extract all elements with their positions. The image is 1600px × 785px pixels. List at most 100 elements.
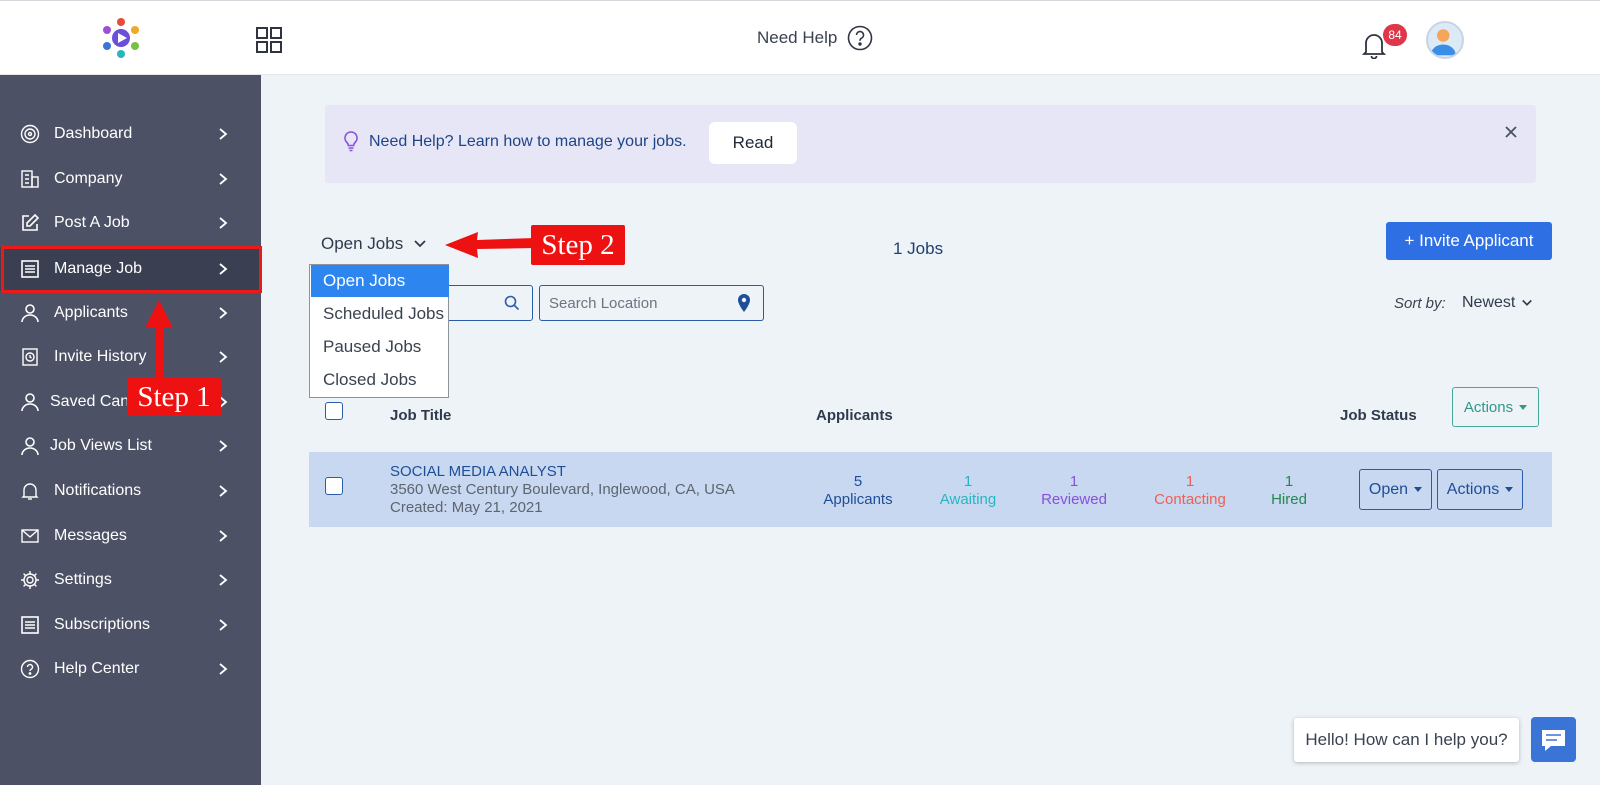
search-icon[interactable] [504, 295, 520, 311]
chat-greeting-bubble[interactable]: Hello! How can I help you? [1294, 718, 1519, 762]
history-icon [22, 348, 38, 366]
jobs-filter-dropdown: Open Jobs Scheduled Jobs Paused Jobs Clo… [309, 264, 449, 398]
mail-icon [21, 529, 39, 543]
need-help-link[interactable]: Need Help [757, 25, 873, 51]
stat-label: Hired [1271, 491, 1307, 508]
search-location-input[interactable] [539, 285, 764, 321]
sidebar-item-company[interactable]: Company [0, 157, 261, 201]
stat-reviewed[interactable]: 1 Reviewed [1033, 473, 1115, 509]
invite-applicant-button[interactable]: + Invite Applicant [1386, 222, 1552, 260]
chevron-right-icon [219, 128, 228, 140]
caret-down-icon [1519, 404, 1528, 410]
sidebar-item-applicants[interactable]: Applicants [0, 291, 261, 335]
gear-icon [21, 571, 39, 589]
jobs-count: 1 Jobs [893, 239, 944, 258]
column-header-applicants: Applicants [816, 407, 893, 424]
user-icon [21, 304, 39, 323]
sidebar-item-label: Applicants [54, 304, 128, 321]
caret-down-icon [1505, 487, 1514, 492]
stat-label: Reviewed [1041, 491, 1107, 508]
row-checkbox[interactable] [325, 477, 343, 495]
notification-badge: 84 [1383, 24, 1407, 46]
stat-count: 5 [853, 473, 863, 490]
job-title-link[interactable]: SOCIAL MEDIA ANALYST [390, 463, 566, 480]
sidebar-item-label: Invite History [54, 348, 147, 365]
dropdown-option-paused-jobs[interactable]: Paused Jobs [311, 331, 449, 363]
sidebar-item-label: Company [54, 170, 123, 187]
logo-icon[interactable] [100, 17, 142, 59]
list-icon [21, 616, 39, 634]
stat-count: 1 [1069, 473, 1079, 490]
help-icon [20, 659, 40, 679]
sidebar-item-notifications[interactable]: Notifications [0, 469, 261, 513]
stat-label: Contacting [1154, 491, 1226, 508]
jobs-filter-select[interactable]: Open Jobs [321, 234, 427, 254]
stat-label: Awaiting [939, 491, 997, 508]
sidebar-item-label: Help Center [54, 660, 140, 677]
dropdown-option-closed-jobs[interactable]: Closed Jobs [311, 364, 449, 396]
chevron-right-icon [219, 530, 228, 542]
sidebar-item-job-views-list[interactable]: Job Views List [0, 424, 261, 468]
building-icon [21, 170, 39, 188]
need-help-label: Need Help [757, 28, 838, 47]
select-all-checkbox[interactable] [325, 402, 343, 420]
job-address: 3560 West Century Boulevard, Inglewood, … [390, 481, 735, 498]
step2-arrow [445, 232, 535, 258]
sidebar-item-dashboard[interactable]: Dashboard [0, 112, 261, 156]
step2-label: Step 2 [531, 225, 625, 265]
chevron-down-icon [1522, 299, 1533, 306]
chevron-right-icon [219, 485, 228, 497]
apps-grid-icon[interactable] [256, 27, 282, 53]
chevron-right-icon [219, 173, 228, 185]
chat-button[interactable] [1531, 717, 1576, 762]
column-header-job-status: Job Status [1340, 407, 1417, 424]
sidebar-item-messages[interactable]: Messages [0, 514, 261, 558]
bell-icon [21, 483, 39, 500]
job-created-date: Created: May 21, 2021 [390, 499, 543, 516]
stat-hired[interactable]: 1 Hired [1260, 473, 1318, 509]
location-pin-icon [738, 294, 750, 312]
user-avatar-icon[interactable] [1426, 21, 1464, 59]
stat-count: 1 [1284, 473, 1294, 490]
sidebar-item-label: Saved Cand [50, 393, 139, 410]
user-icon [21, 437, 39, 456]
job-status-button[interactable]: Open [1359, 469, 1432, 510]
bulk-actions-label: Actions [1463, 398, 1514, 416]
stat-count: 1 [963, 473, 973, 490]
column-header-job-title: Job Title [390, 407, 452, 424]
sidebar-item-label: Messages [54, 527, 127, 544]
bulk-actions-button[interactable]: Actions [1452, 387, 1539, 427]
dropdown-option-open-jobs[interactable]: Open Jobs [311, 265, 449, 297]
sort-value: Newest [1462, 294, 1516, 311]
top-header: Need Help 84 [0, 0, 1600, 75]
help-circle-icon [848, 25, 873, 51]
sidebar-item-invite-history[interactable]: Invite History [0, 335, 261, 379]
stat-contacting[interactable]: 1 Contacting [1146, 473, 1234, 509]
lightbulb-icon [344, 131, 358, 152]
chat-icon [1542, 730, 1565, 751]
sidebar-item-help-center[interactable]: Help Center [0, 647, 261, 691]
sort-select[interactable]: Newest [1462, 294, 1533, 312]
stat-awaiting[interactable]: 1 Awaiting [929, 473, 1007, 509]
sidebar-item-post-a-job[interactable]: Post A Job [0, 201, 261, 245]
caret-down-icon [1414, 487, 1423, 492]
chevron-right-icon [219, 619, 228, 631]
user-icon [21, 393, 39, 412]
sidebar-item-subscriptions[interactable]: Subscriptions [0, 603, 261, 647]
close-icon[interactable] [1503, 124, 1519, 140]
chevron-right-icon [219, 217, 228, 229]
target-icon [20, 124, 40, 144]
read-button[interactable]: Read [709, 122, 797, 164]
step1-highlight-box [1, 246, 262, 293]
chevron-right-icon [219, 440, 228, 452]
sort-label: Sort by: [1394, 295, 1446, 312]
sidebar-item-settings[interactable]: Settings [0, 558, 261, 602]
jobs-filter-value: Open Jobs [321, 234, 404, 253]
step1-label: Step 1 [127, 378, 221, 416]
stat-count: 1 [1185, 473, 1195, 490]
stat-label: Applicants [823, 491, 893, 508]
dropdown-option-scheduled-jobs[interactable]: Scheduled Jobs [311, 298, 449, 330]
row-actions-button[interactable]: Actions [1437, 469, 1523, 510]
sidebar-item-label: Dashboard [54, 125, 133, 142]
stat-applicants[interactable]: 5 Applicants [812, 473, 904, 509]
